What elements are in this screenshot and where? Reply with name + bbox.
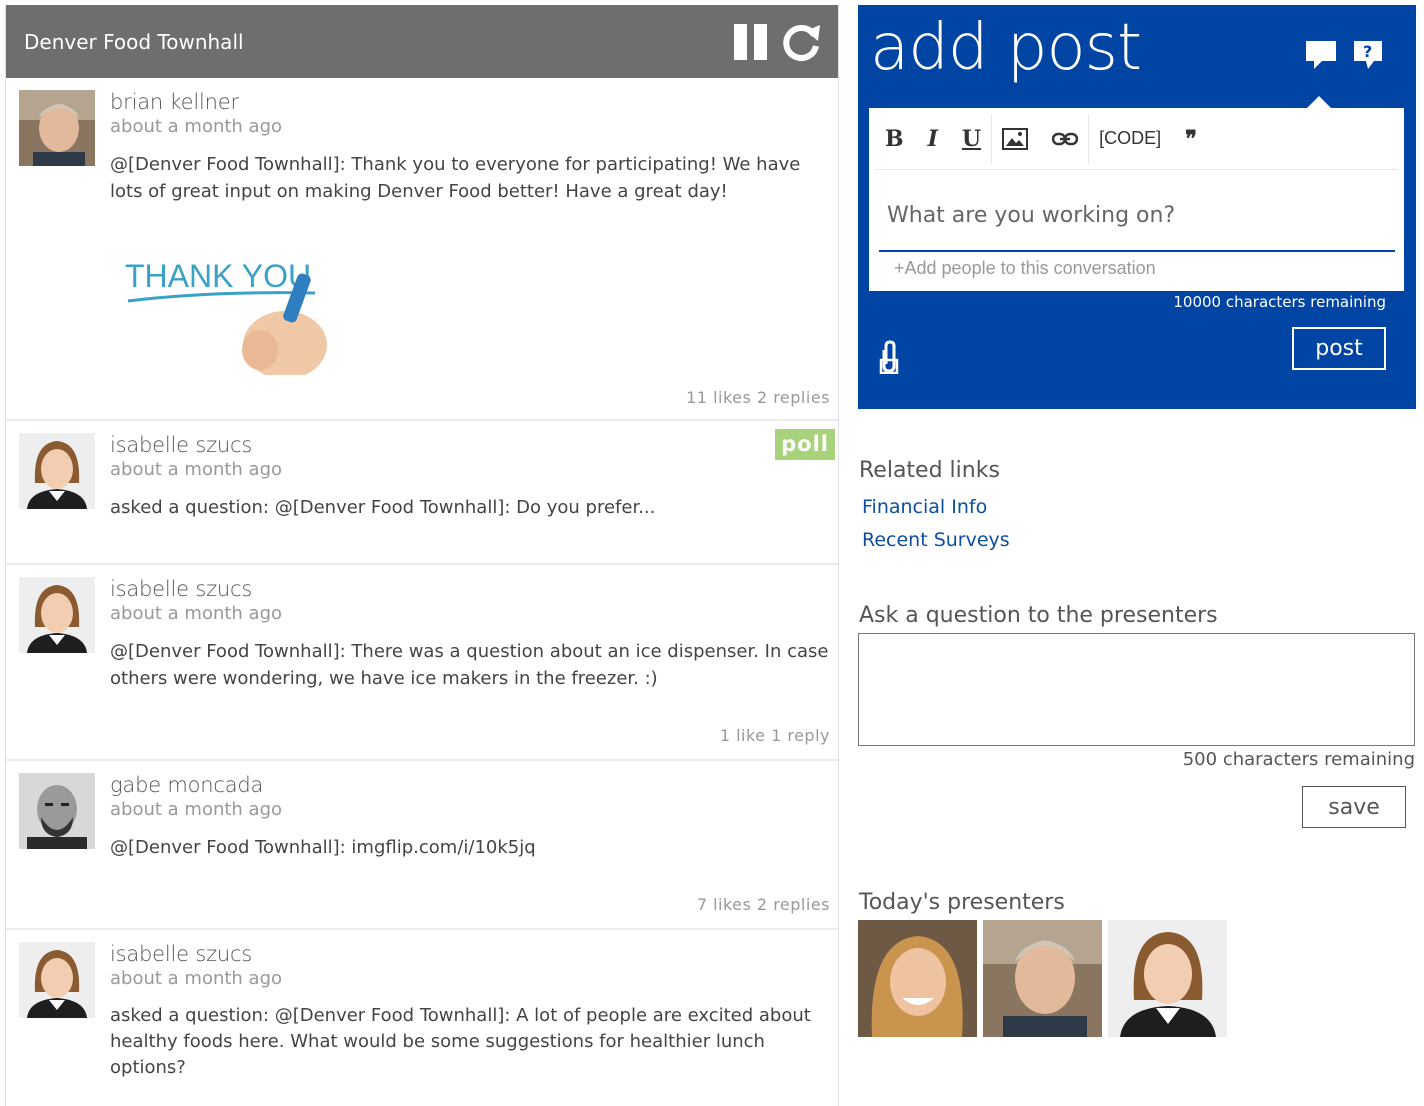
presenter-avatar[interactable]: [983, 920, 1102, 1037]
code-button[interactable]: [CODE]: [1099, 128, 1161, 149]
add-post-panel: add post ? B I U [CODE] ❞ What are you w…: [858, 5, 1416, 409]
post-body[interactable]: asked a question: @[Denver Food Townhall…: [110, 494, 830, 521]
header-icons: [734, 21, 822, 63]
question-icon[interactable]: ?: [1352, 39, 1384, 71]
presenters-title: Today's presenters: [859, 890, 1065, 915]
post-time: about a month ago: [110, 116, 283, 137]
feed-post: isabelle szucs about a month ago asked a…: [6, 930, 838, 1106]
link-recent-surveys[interactable]: Recent Surveys: [862, 529, 1010, 551]
pause-icon[interactable]: [734, 22, 772, 62]
post-button[interactable]: post: [1292, 327, 1386, 370]
post-body[interactable]: asked a question: @[Denver Food Townhall…: [110, 1003, 830, 1081]
svg-text:?: ?: [1363, 42, 1372, 61]
post-time: about a month ago: [110, 459, 283, 480]
add-post-title: add post: [870, 11, 1142, 85]
bold-button[interactable]: B: [885, 126, 904, 152]
presenters-list: [858, 920, 1227, 1037]
post-body: @[Denver Food Townhall]: imgflip.com/i/1…: [110, 837, 536, 858]
post-time: about a month ago: [110, 603, 283, 624]
image-icon[interactable]: [1002, 127, 1029, 150]
underline-button[interactable]: U: [962, 126, 981, 152]
avatar[interactable]: [19, 773, 95, 849]
related-links-title: Related links: [859, 458, 1000, 483]
thank-you-text: THANK YOU: [125, 258, 311, 294]
feed-header: Denver Food Townhall: [6, 5, 838, 78]
code-group: [CODE] ❞: [1089, 114, 1207, 164]
avatar[interactable]: [19, 942, 95, 1018]
format-group: B I U: [875, 113, 993, 164]
avatar[interactable]: [19, 90, 95, 166]
post-body: @[Denver Food Townhall]: Thank you to ev…: [110, 154, 801, 202]
feed-post: poll isabelle szucs about a month ago as…: [6, 421, 838, 565]
editor-toolbar: B I U [CODE] ❞: [875, 108, 1398, 170]
feed-post: gabe moncada about a month ago @[Denver …: [6, 761, 838, 930]
post-chars-remaining: 10000 characters remaining: [1173, 293, 1386, 311]
question-textarea[interactable]: [858, 633, 1415, 746]
post-type-icons: ?: [1304, 39, 1384, 71]
post-time: about a month ago: [110, 799, 283, 820]
feed-post: isabelle szucs about a month ago @[Denve…: [6, 565, 838, 761]
post-author[interactable]: brian kellner: [110, 90, 830, 114]
post-editor: B I U [CODE] ❞ +Add people to this conve…: [869, 108, 1404, 291]
post-author[interactable]: isabelle szucs: [110, 942, 830, 966]
post-stats[interactable]: 7 likes 2 replies: [697, 895, 830, 914]
avatar[interactable]: [19, 577, 95, 653]
post-author[interactable]: isabelle szucs: [110, 433, 830, 457]
italic-button[interactable]: I: [928, 126, 938, 152]
feed-panel: Denver Food Townhall brian kellner about…: [5, 5, 839, 1106]
post-body: @[Denver Food Townhall]: There was a que…: [110, 641, 829, 689]
insert-group: [992, 113, 1090, 164]
refresh-icon[interactable]: [780, 21, 822, 63]
feed-title: Denver Food Townhall: [24, 29, 244, 54]
post-stats[interactable]: 11 likes 2 replies: [686, 388, 830, 407]
presenter-avatar[interactable]: [858, 920, 977, 1037]
ask-question-title: Ask a question to the presenters: [859, 603, 1218, 628]
quote-button[interactable]: ❞: [1185, 126, 1197, 152]
attach-icon[interactable]: [878, 340, 900, 378]
post-input[interactable]: [879, 180, 1395, 252]
discussion-icon[interactable]: [1304, 39, 1338, 71]
post-time: about a month ago: [110, 968, 283, 989]
add-people-link[interactable]: +Add people to this conversation: [894, 258, 1404, 279]
post-author[interactable]: isabelle szucs: [110, 577, 830, 601]
question-chars-remaining: 500 characters remaining: [1182, 749, 1415, 770]
avatar[interactable]: [19, 433, 95, 509]
poll-badge[interactable]: poll: [775, 429, 835, 460]
thank-you-image[interactable]: THANK YOU: [110, 235, 340, 379]
link-icon[interactable]: [1052, 131, 1079, 147]
post-stats[interactable]: 1 like 1 reply: [720, 726, 830, 745]
presenter-avatar[interactable]: [1108, 920, 1227, 1037]
save-button[interactable]: save: [1302, 786, 1406, 828]
feed-post: brian kellner about a month ago @[Denver…: [6, 78, 838, 421]
link-financial-info[interactable]: Financial Info: [862, 496, 987, 518]
post-author[interactable]: gabe moncada: [110, 773, 830, 797]
